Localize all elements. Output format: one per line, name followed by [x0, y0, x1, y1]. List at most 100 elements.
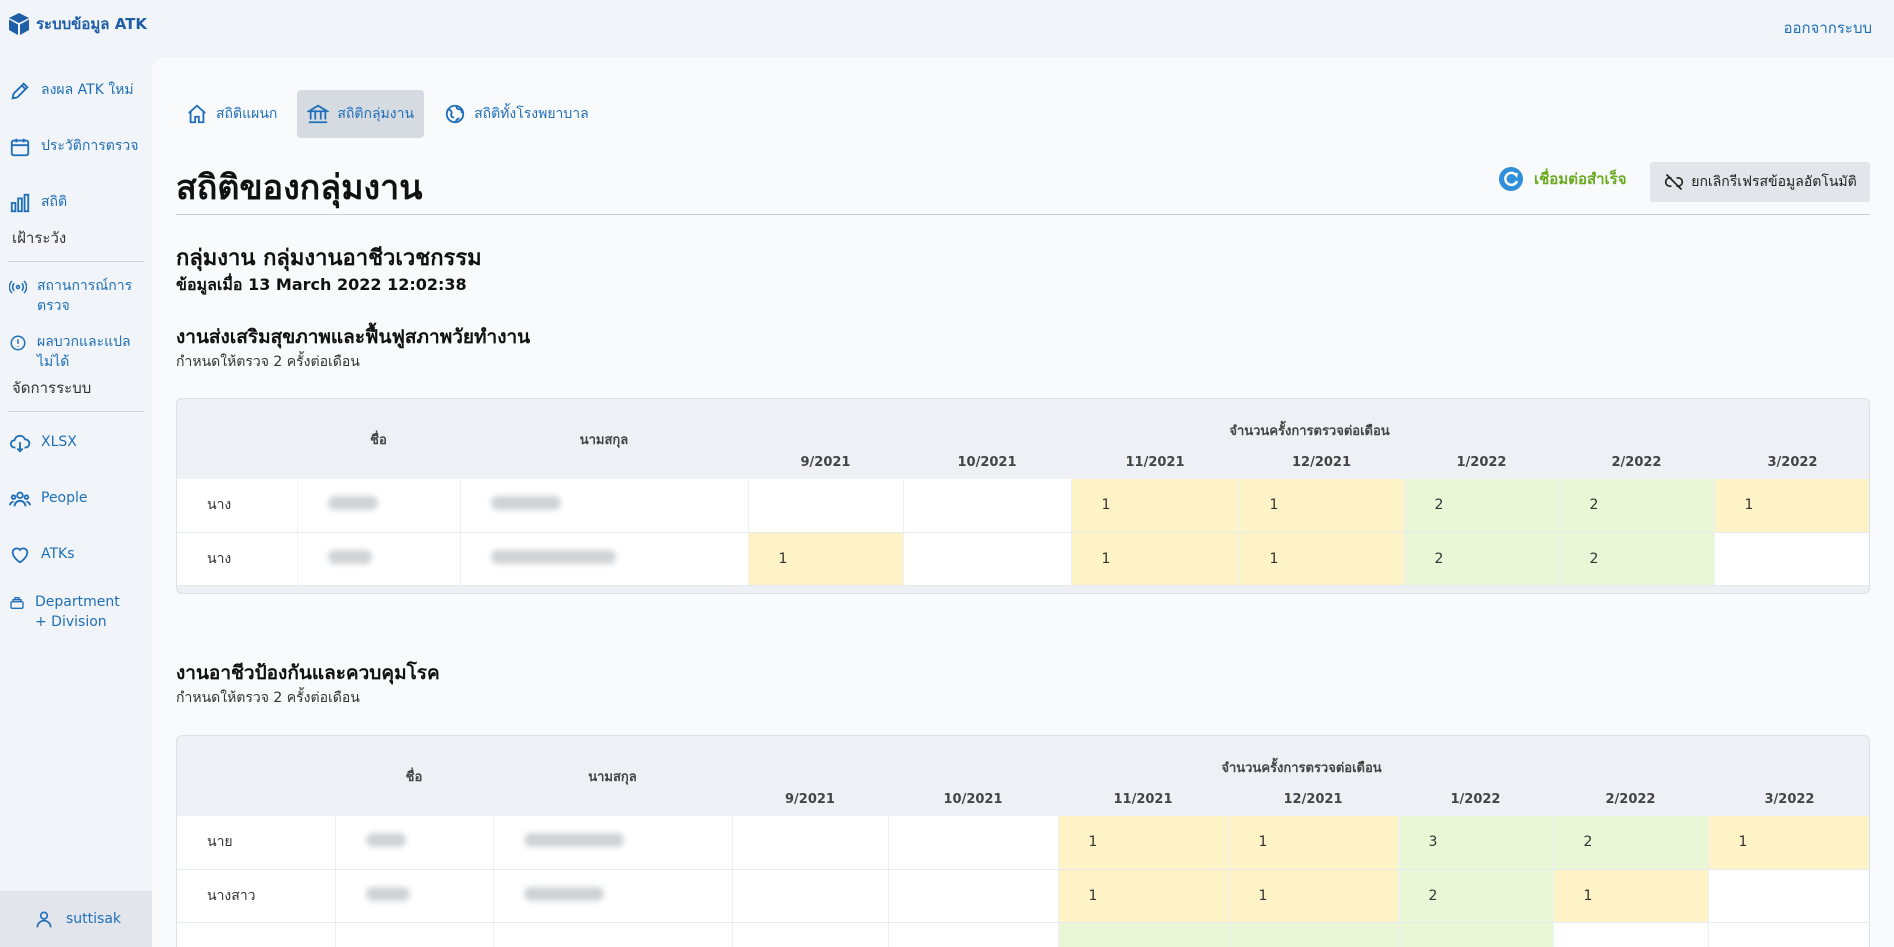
page-title: สถิติของกลุ่มงาน	[176, 168, 423, 208]
tab-label: สถิติกลุ่มงาน	[337, 106, 415, 122]
header-month: 9/2021	[785, 791, 835, 807]
cell-count: 1	[1058, 816, 1229, 870]
header-month: 2/2022	[1611, 454, 1662, 470]
tab-department-stats[interactable]: สถิติแผนก	[176, 90, 287, 138]
redacted-name	[327, 496, 378, 511]
cell-count	[1228, 922, 1399, 947]
cell-count	[1553, 922, 1709, 947]
cell-count	[903, 532, 1072, 586]
cell-last-name	[460, 479, 749, 533]
sidebar-item-positive[interactable]: ผลบวกและแปลไม่ได้	[0, 332, 152, 372]
sidebar-item-label: ลงผล ATK ใหม่	[41, 82, 134, 98]
sidebar-item-history[interactable]: ประวัติการตรวจ	[0, 136, 152, 158]
sidebar-item-label: ผลบวกและแปลไม่ได้	[37, 334, 131, 370]
top-bar: ระบบข้อมูล ATK ออกจากระบบ	[0, 0, 1894, 56]
button-label: ยกเลิกรีเฟรสข้อมูลอัตโนมัติ	[1691, 173, 1857, 189]
sidebar-item-new-atk[interactable]: ลงผล ATK ใหม่	[0, 80, 152, 102]
cube-logo-icon	[9, 13, 29, 35]
tab-hospital-stats[interactable]: สถิติทั้งโรงพยาบาล	[434, 90, 599, 138]
bar-chart-icon	[10, 193, 30, 213]
header-month: 11/2021	[1113, 791, 1173, 807]
cell-count: 3	[1398, 816, 1554, 870]
stats-tabs: สถิติแผนก สถิติกลุ่มงาน สถิติทั้งโรงพยาบ…	[176, 90, 599, 138]
redacted-surname	[523, 886, 604, 901]
header-month: 12/2021	[1283, 791, 1343, 807]
cell-count: 1	[1071, 532, 1240, 586]
table-row: นาง 1 1 2 2 1	[177, 479, 1869, 533]
cell-count: 1	[1071, 479, 1240, 533]
header-first-name: ชื่อ	[370, 432, 387, 448]
cell-first-name	[335, 869, 494, 923]
stack-icon	[10, 597, 24, 609]
group-title: กลุ่มงาน กลุ่มงานอาชีวเวชกรรม	[176, 246, 482, 271]
tab-group-stats[interactable]: สถิติกลุ่มงาน	[297, 90, 425, 138]
cell-count	[732, 869, 889, 923]
header-month: 1/2022	[1450, 791, 1501, 807]
cell-prefix: นาง	[177, 479, 298, 533]
cell-count: 2	[1559, 532, 1715, 586]
sidebar-item-xlsx[interactable]: XLSX	[0, 432, 152, 454]
sidebar-item-department[interactable]: Department + Division	[0, 592, 152, 632]
data-timestamp: ข้อมูลเมื่อ 13 March 2022 12:02:38	[176, 275, 467, 294]
globe-icon	[445, 104, 465, 124]
cell-prefix: นาย	[177, 816, 336, 870]
cell-prefix: นางสาว	[177, 869, 336, 923]
cell-count: 1	[1239, 479, 1405, 533]
people-icon	[9, 491, 31, 507]
redacted-surname	[523, 833, 624, 848]
cell-first-name	[335, 922, 494, 947]
user-account[interactable]: suttisak	[0, 891, 152, 947]
brand[interactable]: ระบบข้อมูล ATK	[8, 12, 147, 36]
connection-status: เชื่อมต่อสำเร็จ	[1498, 166, 1627, 192]
cell-count: 2	[1398, 869, 1554, 923]
section-watch: เฝ้าระวัง	[12, 229, 67, 247]
sidebar-item-situation[interactable]: สถานการณ์การตรวจ	[0, 276, 152, 316]
table-row	[177, 922, 1869, 947]
sidebar: ลงผล ATK ใหม่ ประวัติการตรวจ สถิติ เฝ้าร…	[0, 56, 152, 947]
header-month: 10/2021	[957, 454, 1017, 470]
cell-count: 1	[748, 532, 904, 586]
cell-count: 1	[1228, 869, 1399, 923]
table-row: นาง 1 1 1 2 2	[177, 532, 1869, 586]
cell-count: 1	[1708, 816, 1869, 870]
cell-count	[1714, 532, 1869, 586]
header-month: 9/2021	[800, 454, 851, 470]
sidebar-item-label: สถิติ	[41, 194, 68, 210]
redacted-surname	[490, 549, 616, 564]
sidebar-item-label: สถานการณ์การตรวจ	[37, 278, 133, 314]
status-text: เชื่อมต่อสำเร็จ	[1534, 170, 1627, 188]
cell-first-name	[297, 532, 461, 586]
header-prefix	[177, 736, 335, 816]
cancel-auto-refresh-button[interactable]: ยกเลิกรีเฟรสข้อมูลอัตโนมัติ	[1650, 162, 1870, 202]
sidebar-item-label: XLSX	[41, 434, 77, 450]
sidebar-item-people[interactable]: People	[0, 488, 152, 510]
cell-count	[1058, 922, 1229, 947]
cell-count	[748, 479, 904, 533]
cell-count	[903, 479, 1072, 533]
header-month: 3/2022	[1764, 791, 1815, 807]
header-month: 11/2021	[1125, 454, 1185, 470]
redacted-name	[327, 549, 372, 564]
redacted-name	[365, 886, 410, 901]
cell-last-name	[493, 869, 733, 923]
cell-count: 1	[1553, 869, 1709, 923]
home-icon	[188, 104, 206, 124]
cell-count	[1398, 922, 1554, 947]
stats-table: ชื่อ นามสกุล จำนวนครั้งการตรวจต่อเดือน 9…	[176, 398, 1870, 594]
stats-table: ชื่อ นามสกุล จำนวนครั้งการตรวจต่อเดือน 9…	[176, 735, 1870, 947]
header-first-name: ชื่อ	[405, 769, 423, 785]
cell-count	[1708, 869, 1869, 923]
logout-link[interactable]: ออกจากระบบ	[1783, 16, 1872, 40]
redacted-name	[365, 833, 406, 848]
refresh-icon	[1499, 167, 1523, 191]
cell-count	[732, 816, 889, 870]
cell-last-name	[460, 532, 749, 586]
table-row: นาย 1 1 3 2 1	[177, 816, 1869, 870]
redacted-surname	[490, 496, 561, 511]
sidebar-item-label: ATKs	[41, 546, 75, 562]
cloud-download-icon	[9, 434, 31, 453]
sidebar-item-atks[interactable]: ATKs	[0, 544, 152, 566]
sidebar-item-stats[interactable]: สถิติ	[0, 192, 152, 214]
cell-count: 1	[1714, 479, 1869, 533]
section-requirement: กำหนดให้ตรวจ 2 ครั้งต่อเดือน	[176, 354, 360, 370]
